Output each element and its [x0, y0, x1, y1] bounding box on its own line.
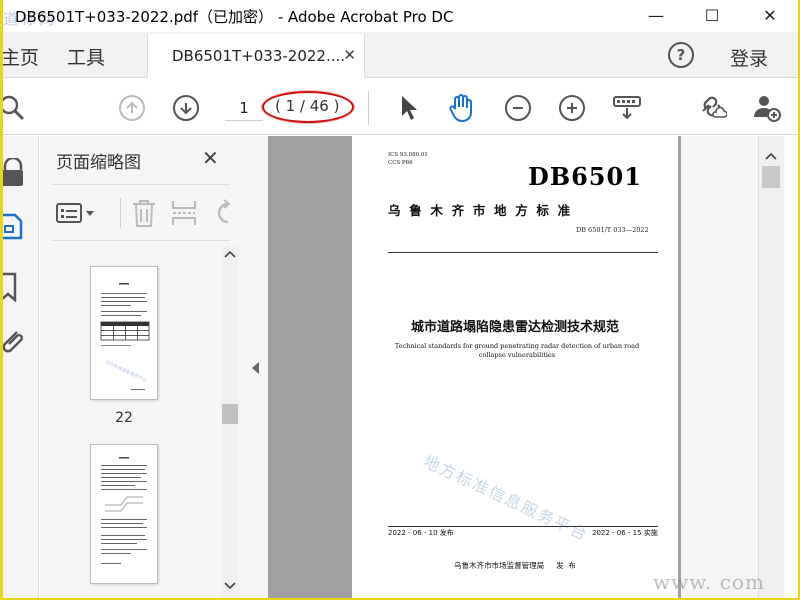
scroll-up-arrow[interactable] — [224, 250, 236, 258]
panel-close-button[interactable]: ✕ — [202, 146, 219, 170]
left-rail — [3, 136, 39, 598]
panel-divider — [52, 184, 230, 185]
previous-page-icon[interactable] — [117, 93, 147, 123]
document-scroll-thumb[interactable] — [762, 166, 780, 188]
pdf-page: ICS 93.080.01 CCS P66 DB6501 乌 鲁 木 齐 市 地… — [352, 136, 678, 598]
thumbnail-list: 地方标准信息服务平台 22 — [40, 244, 220, 598]
search-icon[interactable] — [3, 93, 29, 123]
panel-toolbar — [52, 196, 242, 232]
bookmark-icon[interactable] — [3, 272, 29, 303]
document-number: DB 6501/T 033—2022 — [576, 226, 649, 234]
share-link-icon[interactable] — [697, 93, 727, 123]
window-title: DB6501T+033-2022.pdf（已加密） - Adobe Acroba… — [15, 8, 454, 26]
rotate-page-icon[interactable] — [210, 198, 238, 232]
page-thumbnail[interactable] — [90, 444, 158, 584]
page-thumbnail[interactable]: 地方标准信息服务平台 — [90, 266, 158, 400]
zoom-in-icon[interactable] — [557, 93, 587, 123]
panel-title: 页面缩略图 — [56, 153, 141, 173]
implementation-date: 2022 - 06 - 15 实施 — [592, 529, 658, 537]
ics-code: ICS 93.080.01 — [388, 152, 428, 158]
document-tab-close-button[interactable]: ✕ — [343, 46, 356, 64]
panel-divider-2 — [52, 240, 230, 241]
document-title-en: Technical standards for ground penetrati… — [394, 342, 640, 359]
issuing-authority: 乌鲁木齐市市场监督管理局 发 布 — [454, 561, 576, 570]
scroll-mode-icon[interactable] — [612, 93, 642, 123]
ccs-code: CCS P66 — [388, 160, 413, 166]
header-rule — [388, 252, 658, 253]
tab-tools[interactable]: 工具 — [67, 43, 105, 70]
page-number-input[interactable]: 1 — [225, 95, 263, 121]
maximize-button[interactable]: ☐ — [689, 2, 735, 28]
issue-date: 2022 - 06 - 10 发布 — [388, 529, 454, 537]
right-pane — [681, 136, 768, 598]
app-window: 道标网 DB6501T+033-2022.pdf（已加密） - Adobe Ac… — [3, 0, 798, 598]
attachment-icon[interactable] — [3, 326, 29, 356]
tab-bar: 主页 工具 DB6501T+033-2022.... ✕ ? 登录 — [3, 32, 798, 78]
login-button[interactable]: 登录 — [730, 44, 768, 71]
footer-rule — [388, 526, 658, 527]
extract-page-icon[interactable] — [170, 198, 198, 232]
thumbnails-panel: 页面缩略图 ✕ 地方标准信息服务平台 22 — [40, 136, 244, 598]
thumbnail-scroll-thumb[interactable] — [222, 404, 238, 424]
thumbnail-scrollbar[interactable] — [221, 246, 239, 598]
collapse-panel-icon[interactable] — [252, 362, 260, 374]
minimize-button[interactable]: — — [633, 2, 679, 28]
doc-scroll-up-arrow[interactable] — [765, 152, 777, 160]
add-user-icon[interactable] — [752, 93, 782, 123]
close-window-button[interactable]: ✕ — [747, 2, 793, 28]
document-title-cn: 城市道路塌陷隐患雷达检测技术规范 — [410, 320, 619, 335]
tab-home[interactable]: 主页 — [3, 43, 39, 70]
hand-tool-icon[interactable] — [446, 93, 476, 123]
thumbnail-options-icon[interactable] — [56, 202, 96, 230]
region-standard: 乌 鲁 木 齐 市 地 方 标 准 — [388, 203, 571, 218]
lock-icon[interactable] — [3, 156, 29, 188]
page-thumbnails-icon[interactable] — [3, 212, 29, 242]
main-toolbar: 1 ( 1 / 46 ) — [3, 79, 798, 135]
bottom-watermark: www. com — [653, 570, 765, 594]
tab-document[interactable]: DB6501T+033-2022.... ✕ — [147, 34, 365, 78]
panel-tool-divider — [120, 198, 121, 228]
help-button[interactable]: ? — [668, 42, 694, 68]
delete-page-icon[interactable] — [130, 198, 158, 232]
title-bar: 道标网 DB6501T+033-2022.pdf（已加密） - Adobe Ac… — [3, 0, 798, 32]
document-scrollbar[interactable] — [758, 136, 784, 598]
zoom-out-icon[interactable] — [503, 93, 533, 123]
svg-text:地方标准信息服务平台: 地方标准信息服务平台 — [104, 358, 148, 384]
next-page-icon[interactable] — [171, 93, 201, 123]
standard-header: DB6501 — [528, 162, 642, 191]
panel-splitter[interactable] — [244, 136, 268, 598]
red-highlight-ellipse — [262, 91, 354, 123]
document-tab-label: DB6501T+033-2022.... — [172, 47, 346, 65]
toolbar-divider — [368, 91, 369, 125]
scroll-down-arrow[interactable] — [224, 582, 236, 590]
thumbnail-page-label: 22 — [115, 410, 133, 426]
select-cursor-icon[interactable] — [394, 93, 424, 123]
